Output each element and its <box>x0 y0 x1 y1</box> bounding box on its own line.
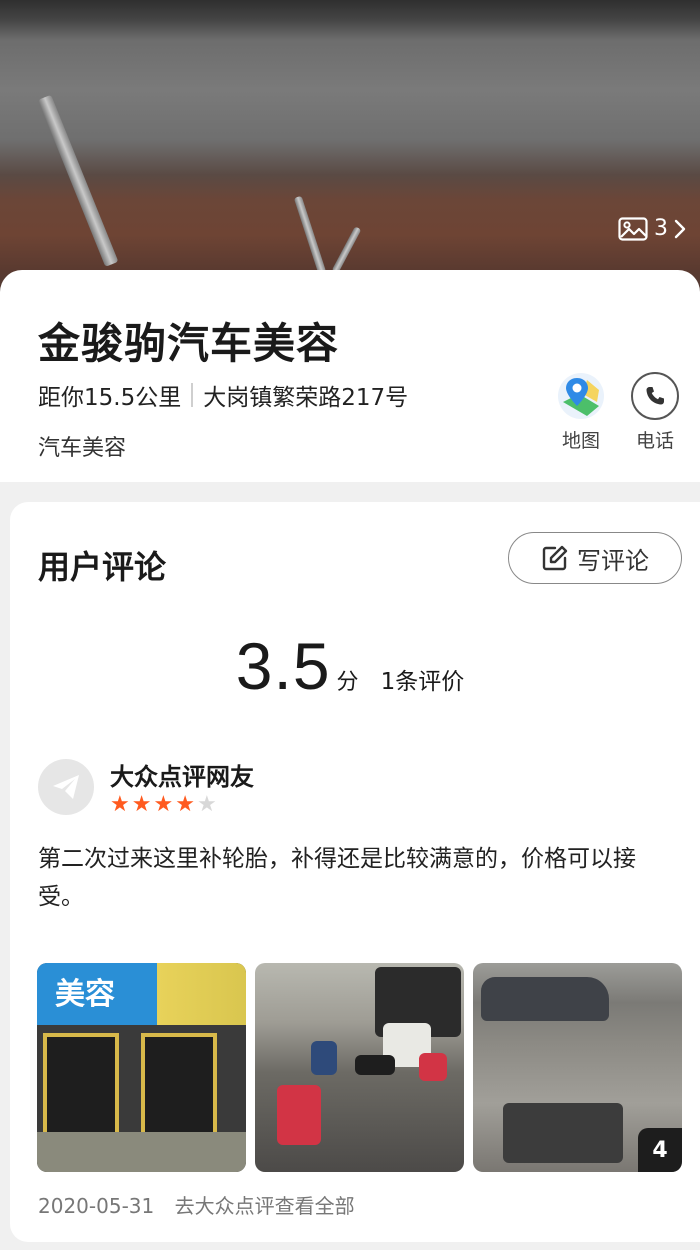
review-date: 2020-05-31 <box>38 1194 155 1218</box>
photo-detail <box>311 1041 337 1075</box>
review-photos: 美容 4 <box>37 963 682 1172</box>
star-filled-icon: ★ <box>153 792 174 817</box>
map-button[interactable]: 地图 <box>546 372 616 453</box>
shop-name: 金骏驹汽车美容 <box>38 319 340 368</box>
photo-detail <box>43 1033 119 1143</box>
write-review-button[interactable]: 写评论 <box>508 532 682 584</box>
photo-count-button[interactable]: 3 <box>618 216 686 241</box>
rating-unit: 分 <box>336 670 359 695</box>
star-filled-icon: ★ <box>131 792 152 817</box>
photo-detail <box>355 1055 395 1075</box>
review-photo[interactable]: 美容 <box>37 963 246 1172</box>
star-empty-icon: ★ <box>196 792 217 817</box>
image-icon <box>618 216 648 241</box>
rating-summary: 3.5 分 1条评价 <box>10 628 690 704</box>
phone-button-label: 电话 <box>635 430 674 452</box>
avatar <box>38 759 94 815</box>
phone-icon <box>631 372 679 420</box>
edit-icon <box>542 545 568 571</box>
photo-sign-text: 美容 <box>55 977 115 1012</box>
review-photo[interactable]: 4 <box>473 963 682 1172</box>
shop-info-card: 金骏驹汽车美容 距你15.5公里 大岗镇繁荣路217号 汽车美容 地图 电话 <box>0 270 700 482</box>
more-photos-badge[interactable]: 4 <box>638 1128 682 1172</box>
phone-button[interactable]: 电话 <box>620 372 690 453</box>
paper-plane-icon <box>53 775 79 799</box>
divider <box>191 383 194 407</box>
review-footer: 2020-05-31 去大众点评查看全部 <box>38 1190 355 1219</box>
photo-detail <box>481 977 609 1021</box>
view-all-link[interactable]: 去大众点评查看全部 <box>175 1194 355 1218</box>
photo-detail <box>277 1085 321 1145</box>
review-count: 1条评价 <box>380 669 465 695</box>
review-text[interactable]: 第二次过来这里补轮胎，补得还是比较满意的，价格可以接受。 <box>38 840 678 916</box>
photo-detail <box>419 1053 447 1081</box>
photo-detail <box>37 1132 246 1172</box>
shop-location-line: 距你15.5公里 大岗镇繁荣路217号 <box>38 378 408 412</box>
review-photo[interactable] <box>255 963 464 1172</box>
reviews-card: 用户评论 写评论 3.5 分 1条评价 大众点评网友 ★ ★ ★ ★ ★ 第二次… <box>10 502 700 1242</box>
shop-category: 汽车美容 <box>38 436 127 461</box>
chevron-right-icon <box>674 219 686 238</box>
photo-count-value: 3 <box>654 216 668 241</box>
shop-distance: 距你15.5公里 <box>38 385 182 411</box>
photo-detail: 美容 <box>37 963 246 1025</box>
photo-detail <box>141 1033 217 1143</box>
rating-score: 3.5 <box>235 629 331 703</box>
photo-detail <box>38 94 119 267</box>
photo-detail <box>331 226 362 274</box>
shop-address[interactable]: 大岗镇繁荣路217号 <box>203 378 408 412</box>
star-filled-icon: ★ <box>175 792 195 817</box>
write-review-label: 写评论 <box>577 546 649 575</box>
map-icon <box>557 372 605 420</box>
reviewer-name: 大众点评网友 <box>110 763 254 791</box>
photo-detail <box>293 195 327 275</box>
shop-cover-photo[interactable]: 3 <box>0 0 700 300</box>
photo-detail <box>503 1103 623 1163</box>
reviews-title: 用户评论 <box>38 548 167 586</box>
map-button-label: 地图 <box>561 430 600 452</box>
star-filled-icon: ★ <box>110 792 130 817</box>
reviewer-rating-stars: ★ ★ ★ ★ ★ <box>110 794 217 816</box>
